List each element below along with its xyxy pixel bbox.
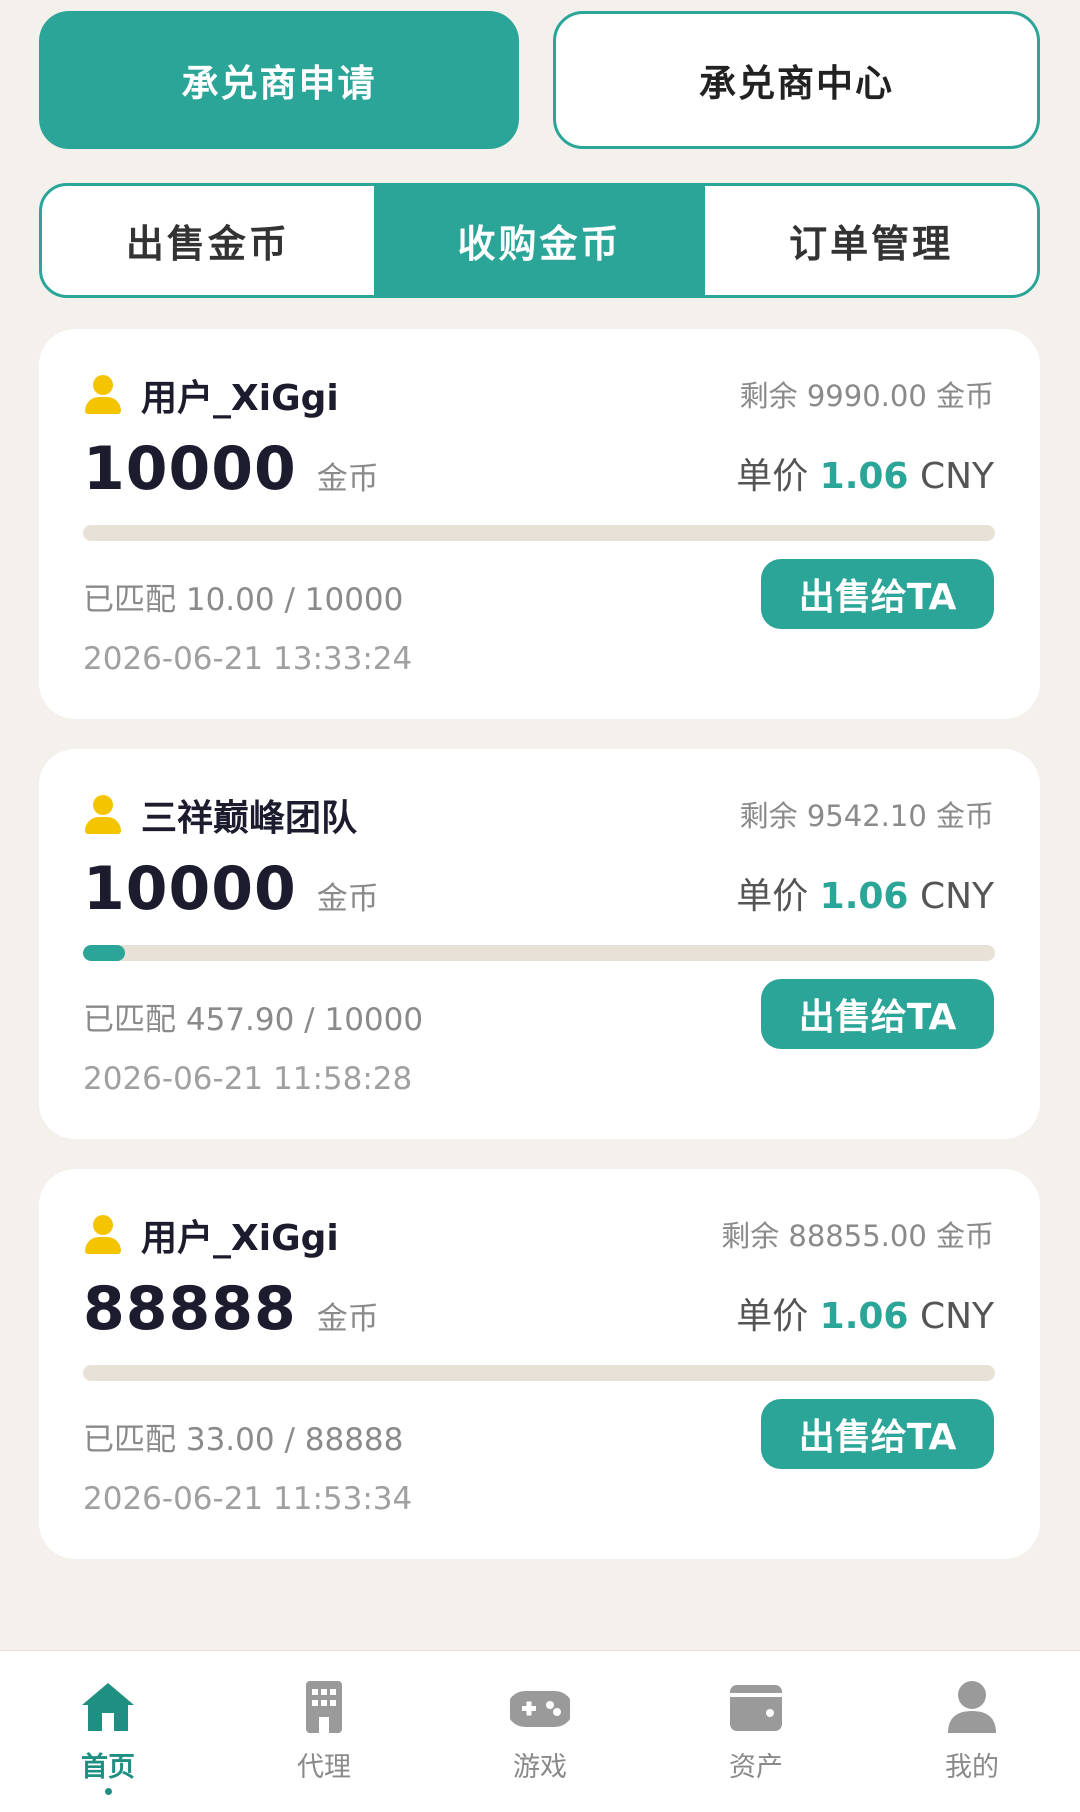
- tab-sell-coins[interactable]: 出售金币: [42, 186, 374, 295]
- price-label: 单价: [736, 456, 809, 497]
- tab-order-management[interactable]: 订单管理: [705, 186, 1037, 295]
- price-label: 单价: [736, 1296, 809, 1337]
- nav-label: 首页: [81, 1752, 135, 1783]
- user-icon: [83, 375, 123, 415]
- trade-tabs: 出售金币 收购金币 订单管理: [39, 183, 1040, 298]
- price-value: 1.06: [819, 876, 909, 917]
- amount-unit: 金币: [316, 1301, 379, 1337]
- amount-unit: 金币: [316, 461, 379, 497]
- order-timestamp: 2026-06-21 13:33:24: [83, 641, 413, 677]
- nav-item-games[interactable]: 游戏: [432, 1651, 648, 1812]
- amount-row: 10000 金币: [83, 854, 379, 924]
- order-card: 三祥巅峰团队 剩余 9542.10 金币 10000 金币 单价 1.06 CN…: [39, 749, 1040, 1139]
- user-row: 三祥巅峰团队: [83, 789, 357, 841]
- user-icon: [83, 1215, 123, 1255]
- building-icon: [306, 1681, 342, 1733]
- nav-item-agent[interactable]: 代理: [216, 1651, 432, 1812]
- user-name: 用户_XiGgi: [141, 1218, 339, 1259]
- nav-label: 我的: [945, 1752, 999, 1783]
- sell-to-buyer-button[interactable]: 出售给TA: [761, 979, 994, 1049]
- amount-unit: 金币: [316, 881, 379, 917]
- user-row: 用户_XiGgi: [83, 369, 339, 421]
- merchant-apply-button[interactable]: 承兑商申请: [39, 11, 519, 149]
- user-name: 用户_XiGgi: [141, 378, 339, 419]
- order-amount: 88888: [83, 1274, 297, 1344]
- user-row: 用户_XiGgi: [83, 1209, 339, 1261]
- order-card: 用户_XiGgi 剩余 9990.00 金币 10000 金币 单价 1.06 …: [39, 329, 1040, 719]
- order-amount: 10000: [83, 434, 297, 504]
- matched-text: 已匹配 10.00 / 10000: [83, 582, 404, 618]
- user-name: 三祥巅峰团队: [141, 798, 358, 839]
- price-currency: CNY: [919, 1296, 994, 1337]
- order-amount: 10000: [83, 854, 297, 924]
- nav-item-home[interactable]: 首页: [0, 1651, 216, 1812]
- price-currency: CNY: [919, 456, 994, 497]
- amount-row: 88888 金币: [83, 1274, 379, 1344]
- unit-price: 单价 1.06 CNY: [736, 867, 994, 919]
- bottom-nav: 首页 代理 游戏 资产 我的: [0, 1650, 1080, 1812]
- order-card: 用户_XiGgi 剩余 88855.00 金币 88888 金币 单价 1.06…: [39, 1169, 1040, 1559]
- merchant-center-button[interactable]: 承兑商中心: [553, 11, 1040, 149]
- order-timestamp: 2026-06-21 11:58:28: [83, 1061, 413, 1097]
- remaining-amount: 剩余 88855.00 金币: [721, 1219, 994, 1253]
- active-indicator: [105, 1788, 112, 1795]
- amount-row: 10000 金币: [83, 434, 379, 504]
- sell-to-buyer-button[interactable]: 出售给TA: [761, 1399, 994, 1469]
- user-icon: [948, 1681, 996, 1733]
- remaining-amount: 剩余 9542.10 金币: [739, 799, 994, 833]
- remaining-amount: 剩余 9990.00 金币: [739, 379, 994, 413]
- match-progress-bar: [83, 525, 995, 541]
- matched-text: 已匹配 457.90 / 10000: [83, 1002, 424, 1038]
- nav-label: 资产: [729, 1752, 783, 1783]
- order-timestamp: 2026-06-21 11:53:34: [83, 1481, 413, 1517]
- top-action-row: 承兑商申请 承兑商中心: [39, 11, 1040, 149]
- matched-text: 已匹配 33.00 / 88888: [83, 1422, 404, 1458]
- progress-fill: [83, 945, 125, 961]
- price-value: 1.06: [819, 456, 909, 497]
- tab-buy-coins[interactable]: 收购金币: [373, 186, 706, 295]
- sell-to-buyer-button[interactable]: 出售给TA: [761, 559, 994, 629]
- price-value: 1.06: [819, 1296, 909, 1337]
- home-icon: [82, 1683, 134, 1731]
- price-label: 单价: [736, 876, 809, 917]
- nav-item-profile[interactable]: 我的: [864, 1651, 1080, 1812]
- nav-item-assets[interactable]: 资产: [648, 1651, 864, 1812]
- match-progress-bar: [83, 1365, 995, 1381]
- gamepad-icon: [510, 1691, 570, 1727]
- wallet-icon: [730, 1685, 782, 1731]
- user-icon: [83, 795, 123, 835]
- price-currency: CNY: [919, 876, 994, 917]
- unit-price: 单价 1.06 CNY: [736, 1287, 994, 1339]
- match-progress-bar: [83, 945, 995, 961]
- nav-label: 代理: [297, 1752, 351, 1783]
- unit-price: 单价 1.06 CNY: [736, 447, 994, 499]
- nav-label: 游戏: [513, 1752, 567, 1783]
